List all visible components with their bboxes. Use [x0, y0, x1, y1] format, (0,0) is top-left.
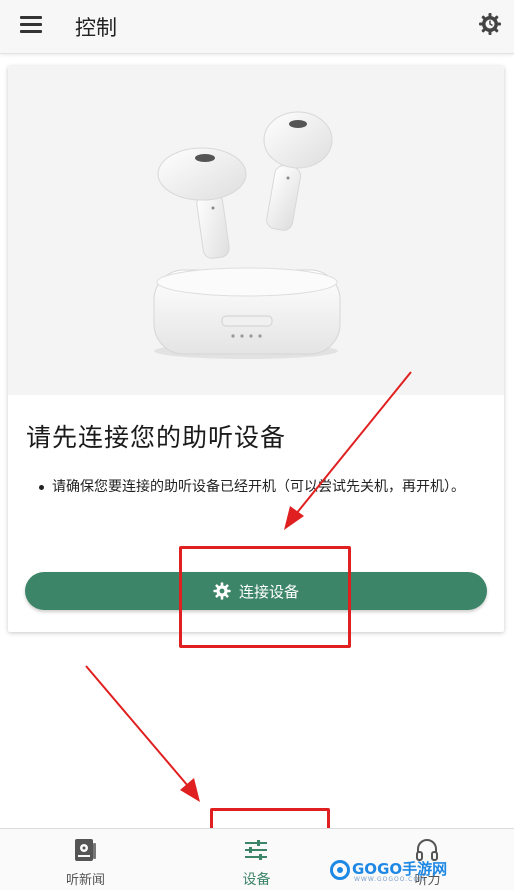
nav-item-devices[interactable]: 设备 — [171, 829, 342, 890]
instruction-text: 请确保您要连接的助听设备已经开机（可以尝试先关机，再开机）。 — [52, 479, 465, 495]
news-player-icon — [72, 837, 98, 863]
annotation-box-connect — [179, 546, 351, 648]
watermark-logo: GOGO手游网 WWW.GOGOO.COM — [330, 856, 470, 884]
card-title: 请先连接您的助听设备 — [26, 423, 287, 452]
connect-instruction: 请确保您要连接的助听设备已经开机（可以尝试先关机，再开机）。 — [39, 476, 484, 498]
hamburger-menu-icon[interactable] — [20, 16, 42, 34]
nav-label-news: 听新闻 — [65, 873, 105, 888]
app-bar: 控制 — [0, 0, 514, 54]
bullet-dot — [39, 485, 44, 490]
settings-gear-icon[interactable] — [478, 12, 502, 36]
sliders-icon — [243, 837, 269, 863]
nav-item-news[interactable]: 听新闻 — [0, 829, 171, 890]
page-title: 控制 — [75, 16, 117, 40]
nav-label-devices: 设备 — [242, 872, 271, 888]
earbuds-image — [8, 66, 504, 395]
watermark-subtext: WWW.GOGOO.COM — [354, 876, 426, 883]
